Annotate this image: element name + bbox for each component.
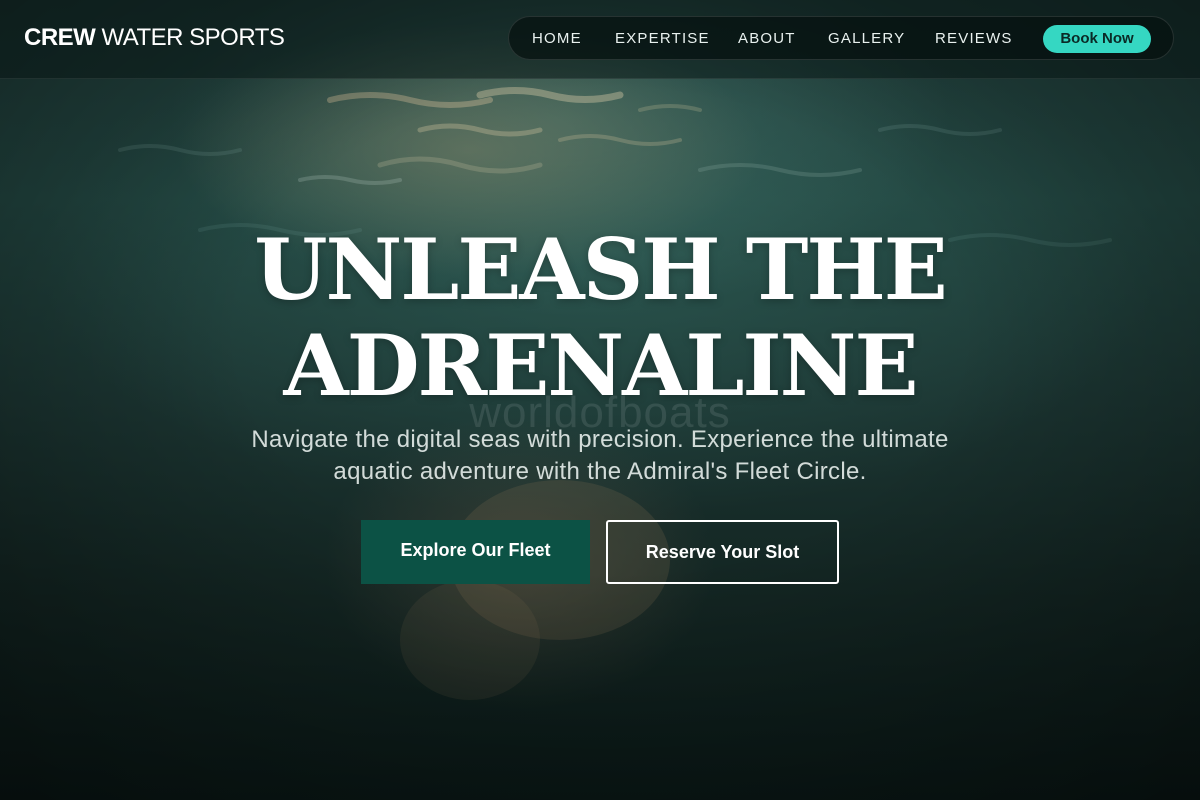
hero-section: CREW WATER SPORTS HOME EXPERTISE ABOUT G… xyxy=(0,0,1200,800)
nav-item-expertise[interactable]: EXPERTISE xyxy=(615,30,710,47)
book-now-button[interactable]: Book Now xyxy=(1043,25,1151,53)
hero-subtitle-line-1: Navigate the digital seas with precision… xyxy=(251,426,949,453)
main-nav: HOME EXPERTISE ABOUT GALLERY REVIEWS Boo… xyxy=(508,16,1174,60)
top-navigation-bar: CREW WATER SPORTS HOME EXPERTISE ABOUT G… xyxy=(0,0,1200,79)
nav-item-about[interactable]: ABOUT xyxy=(738,30,796,47)
brand-name-light: WATER SPORTS xyxy=(101,24,285,51)
nav-item-reviews[interactable]: REVIEWS xyxy=(935,30,1013,47)
explore-fleet-button[interactable]: Explore Our Fleet xyxy=(361,520,590,584)
hero-headline-line-1: UNLEASH THE xyxy=(254,220,947,319)
nav-item-gallery[interactable]: GALLERY xyxy=(828,30,905,47)
nav-item-home[interactable]: HOME xyxy=(532,30,582,47)
hero-headline: UNLEASH THE ADRENALINE xyxy=(0,222,1200,414)
brand-name-bold: CREW xyxy=(24,24,96,51)
hero-subtitle-line-2: aquatic adventure with the Admiral's Fle… xyxy=(333,458,867,485)
reserve-slot-button[interactable]: Reserve Your Slot xyxy=(606,520,839,584)
brand-logo[interactable]: CREW WATER SPORTS xyxy=(24,24,285,52)
hero-subtitle: Navigate the digital seas with precision… xyxy=(180,424,1020,488)
